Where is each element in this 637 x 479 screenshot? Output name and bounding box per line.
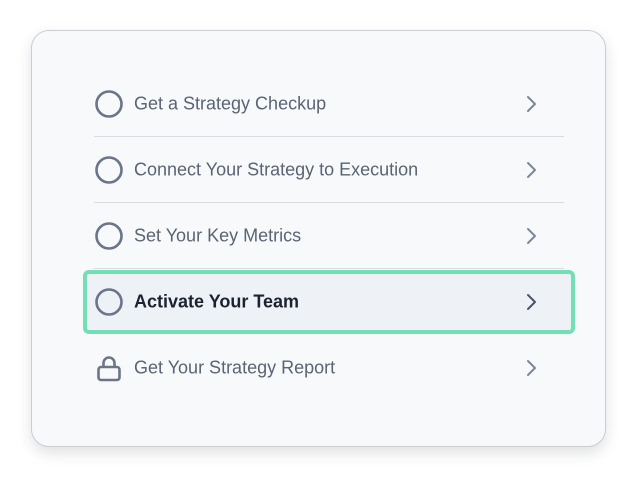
circle-icon [94,155,124,185]
step-list: Get a Strategy Checkup Connect Your Stra… [83,71,575,401]
circle-icon [94,287,124,317]
step-item-activate-team[interactable]: Activate Your Team [83,269,575,335]
step-item-strategy-checkup[interactable]: Get a Strategy Checkup [94,71,564,137]
circle-icon [94,89,124,119]
checklist-card: Get a Strategy Checkup Connect Your Stra… [31,30,606,447]
chevron-right-icon [524,95,538,113]
step-item-connect-strategy[interactable]: Connect Your Strategy to Execution [94,137,564,203]
step-item-key-metrics[interactable]: Set Your Key Metrics [94,203,564,269]
chevron-right-icon [524,293,538,311]
step-label: Activate Your Team [134,291,300,312]
step-label: Get Your Strategy Report [134,357,336,378]
step-label: Connect Your Strategy to Execution [134,159,419,180]
chevron-right-icon [524,161,538,179]
step-label: Set Your Key Metrics [134,225,302,246]
lock-icon [94,353,124,383]
chevron-right-icon [524,359,538,377]
circle-icon [94,221,124,251]
chevron-right-icon [524,227,538,245]
step-label: Get a Strategy Checkup [134,93,327,114]
step-item-strategy-report[interactable]: Get Your Strategy Report [94,335,564,401]
